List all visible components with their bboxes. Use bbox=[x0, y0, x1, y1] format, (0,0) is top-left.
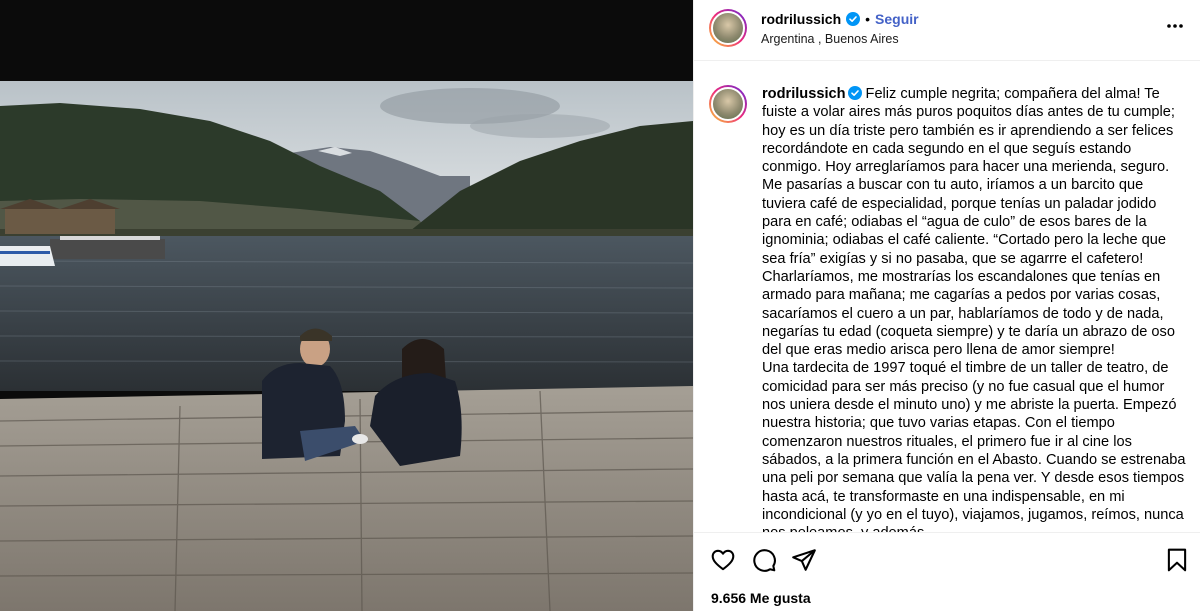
likes-count[interactable]: 9.656 Me gusta bbox=[711, 590, 811, 606]
post-caption: rodrilussich Feliz cumple negrita; compañ… bbox=[762, 85, 1189, 532]
more-options-icon[interactable] bbox=[1166, 16, 1184, 40]
caption-avatar-image bbox=[711, 87, 745, 121]
more-dots-icon bbox=[1167, 24, 1183, 28]
post-header: rodrilussich • Seguir Argentina , Buenos… bbox=[694, 0, 1200, 61]
caption-text: Feliz cumple negrita; compañera del alma… bbox=[762, 86, 1186, 532]
avatar[interactable] bbox=[709, 9, 747, 47]
post-side-panel: rodrilussich • Seguir Argentina , Buenos… bbox=[693, 0, 1200, 611]
comment-icon[interactable] bbox=[751, 547, 777, 573]
follow-button[interactable]: Seguir bbox=[875, 11, 919, 27]
caption-username[interactable]: rodrilussich bbox=[762, 86, 846, 102]
post-photo[interactable] bbox=[0, 81, 693, 611]
separator-dot: • bbox=[865, 11, 871, 27]
send-icon[interactable] bbox=[791, 547, 817, 573]
header-user: rodrilussich • Seguir bbox=[761, 11, 919, 27]
heart-icon[interactable] bbox=[710, 547, 736, 573]
photo-lake-pier bbox=[0, 81, 693, 611]
caption-avatar[interactable] bbox=[709, 85, 747, 123]
caption-area[interactable]: rodrilussich Feliz cumple negrita; compañ… bbox=[694, 61, 1200, 532]
verified-badge-icon bbox=[846, 12, 861, 26]
bookmark-icon[interactable] bbox=[1164, 547, 1190, 573]
location-link[interactable]: Argentina , Buenos Aires bbox=[761, 32, 899, 46]
action-bar: 9.656 Me gusta bbox=[694, 532, 1200, 611]
post-media bbox=[0, 0, 693, 611]
username-link[interactable]: rodrilussich bbox=[761, 11, 841, 27]
caption-verified-badge-icon bbox=[847, 86, 862, 100]
avatar-image bbox=[711, 11, 745, 45]
